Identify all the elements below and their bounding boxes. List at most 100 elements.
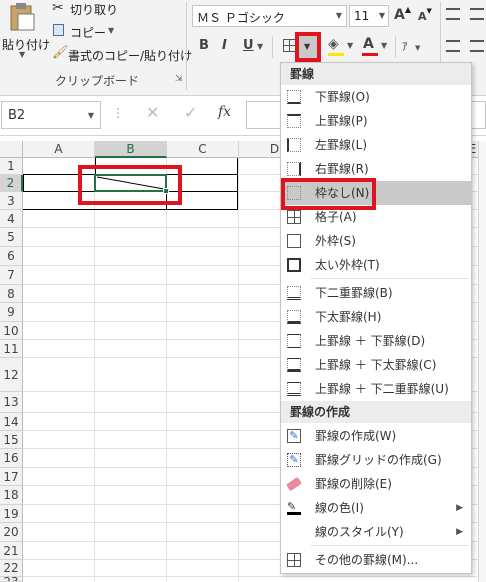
line-color-icon: ✎ [287,501,301,515]
align-top-icon[interactable] [446,8,460,20]
cut-label: 切り取り [70,3,119,17]
paste-label: 貼り付け [2,38,51,52]
menu-item-more-borders[interactable]: その他の罫線(M)... [281,548,471,572]
row-header[interactable]: 17 [0,468,23,486]
row-header[interactable]: 6 [0,247,23,266]
copy-button[interactable]: コピー ▼ [52,22,132,40]
cut-button[interactable]: ✂ 切り取り [52,0,132,18]
row-header[interactable]: 11 [0,340,23,358]
borders-dropdown-menu: 罫線 下罫線(O) 上罫線(P) 左罫線(L) 右罫線(R) 枠なし(N) 格子… [280,62,472,574]
shrink-font-glyph: A [418,10,427,23]
menu-item-draw-border[interactable]: ✎ 罫線の作成(W) [281,424,471,448]
font-name-select[interactable]: ＭＳ Ｐゴシック ▼ [192,5,347,27]
font-name-value: ＭＳ Ｐゴシック [197,11,285,25]
font-size-select[interactable]: 11 ▼ [349,5,389,27]
menu-item-bottom-double-border[interactable]: 下二重罫線(B) [281,281,471,305]
paste-button[interactable]: 貼り付け ▼ [0,0,50,60]
menu-item-label: 上罫線(P) [315,114,368,128]
row-header[interactable]: 22 [0,560,23,577]
fill-color-swatch [328,53,344,56]
row-header[interactable]: 4 [0,210,23,228]
cancel-icon[interactable]: ✕ [146,103,159,122]
format-painter-label: 書式のコピー/貼り付け [68,49,193,63]
menu-item-thick-bottom-border[interactable]: 下太罫線(H) [281,305,471,329]
row-header[interactable]: 16 [0,449,23,468]
all-borders-icon [287,210,301,224]
borders-dropdown-highlight[interactable]: ▼ [295,32,321,62]
row-header[interactable]: 13 [0,392,23,413]
row-header[interactable]: 1 [0,158,23,175]
name-box[interactable]: B2 ▼ [1,101,101,129]
eraser-icon [285,476,303,492]
menu-item-erase-border[interactable]: 罫線の削除(E) [281,472,471,496]
menu-item-outside-borders[interactable]: 外枠(S) [281,229,471,253]
row-header[interactable]: 8 [0,285,23,303]
menu-item-bottom-border[interactable]: 下罫線(O) [281,85,471,109]
select-all-corner[interactable] [0,141,23,158]
gridline [238,158,239,582]
menu-item-top-and-double-bottom-border[interactable]: 上罫線 ＋ 下二重罫線(U) [281,377,471,401]
column-header-c[interactable]: C [167,141,239,158]
row-header[interactable]: 18 [0,486,23,505]
phonetic-button[interactable]: ｱ ▼ [402,38,426,56]
menu-item-draw-border-grid[interactable]: ✎ 罫線グリッドの作成(G) [281,448,471,472]
fill-color-button[interactable]: ◈ ▼ [328,36,356,58]
menu-item-line-style[interactable]: 線のスタイル(Y) ▶ [281,520,471,544]
menu-item-label: 下罫線(O) [315,90,370,104]
row-header[interactable]: 23 [0,577,23,582]
row-header[interactable]: 10 [0,322,23,340]
copy-label: コピー [70,26,107,40]
cell-border [23,174,24,192]
enter-icon[interactable]: ✓ [184,103,197,122]
row-header[interactable]: 3 [0,192,23,210]
insert-function-button[interactable]: fx [218,104,231,120]
font-color-button[interactable]: A ▼ [362,36,390,58]
bold-button[interactable]: B [199,38,209,53]
row-header[interactable]: 15 [0,431,23,449]
dialog-launcher-icon[interactable]: ⇲ [175,74,183,84]
chevron-down-icon: ▼ [378,11,385,20]
chevron-down-icon[interactable]: ▼ [257,42,263,51]
chevron-down-icon: ▼ [381,41,388,50]
menu-item-label: 上罫線 ＋ 下罫線(D) [315,334,426,348]
row-header[interactable]: 9 [0,303,23,322]
thick-bottom-border-icon [287,310,301,324]
row-header-selected[interactable]: 2 [0,175,23,192]
format-painter-button[interactable]: 🖌 書式のコピー/貼り付け [52,45,192,63]
pencil-grid-icon: ✎ [287,453,301,467]
menu-item-label: 下太罫線(H) [315,310,382,324]
menu-item-top-border[interactable]: 上罫線(P) [281,109,471,133]
italic-button[interactable]: I [222,38,227,53]
wrap-text-icon[interactable] [470,8,484,20]
align-center-icon[interactable] [470,40,484,52]
column-header-a[interactable]: A [23,141,95,158]
align-left-icon[interactable] [446,40,460,52]
group-separator [186,2,187,90]
underline-button[interactable]: U [243,38,254,53]
menu-divider [311,545,469,546]
chevron-down-icon: ▼ [19,50,26,59]
menu-item-all-borders[interactable]: 格子(A) [281,205,471,229]
menu-item-thick-outside-borders[interactable]: 太い外枠(T) [281,253,471,277]
menu-item-top-and-bottom-border[interactable]: 上罫線 ＋ 下罫線(D) [281,329,471,353]
grow-font-button[interactable]: A ▲ [394,5,411,25]
resize-handle-icon[interactable]: ⋮ [112,106,124,120]
row-header[interactable]: 19 [0,505,23,523]
column-header-b[interactable]: B [95,141,167,158]
row-header[interactable]: 12 [0,358,23,392]
row-header[interactable]: 20 [0,523,23,542]
menu-item-line-color[interactable]: ✎ 線の色(I) ▶ [281,496,471,520]
menu-item-left-border[interactable]: 左罫線(L) [281,133,471,157]
submenu-arrow-icon: ▶ [456,527,463,537]
row-header[interactable]: 5 [0,228,23,247]
row-header[interactable]: 14 [0,413,23,431]
menu-item-top-and-thick-bottom-border[interactable]: 上罫線 ＋ 下太罫線(C) [281,353,471,377]
font-color-swatch [362,53,378,56]
top-and-thick-bottom-border-icon [287,358,301,372]
row-header[interactable]: 7 [0,266,23,285]
clipboard-group-label: クリップボード [55,74,140,88]
pencil-border-icon: ✎ [287,429,301,443]
row-header[interactable]: 21 [0,542,23,560]
gridline [94,158,95,582]
shrink-font-button[interactable]: A ▼ [418,7,434,27]
